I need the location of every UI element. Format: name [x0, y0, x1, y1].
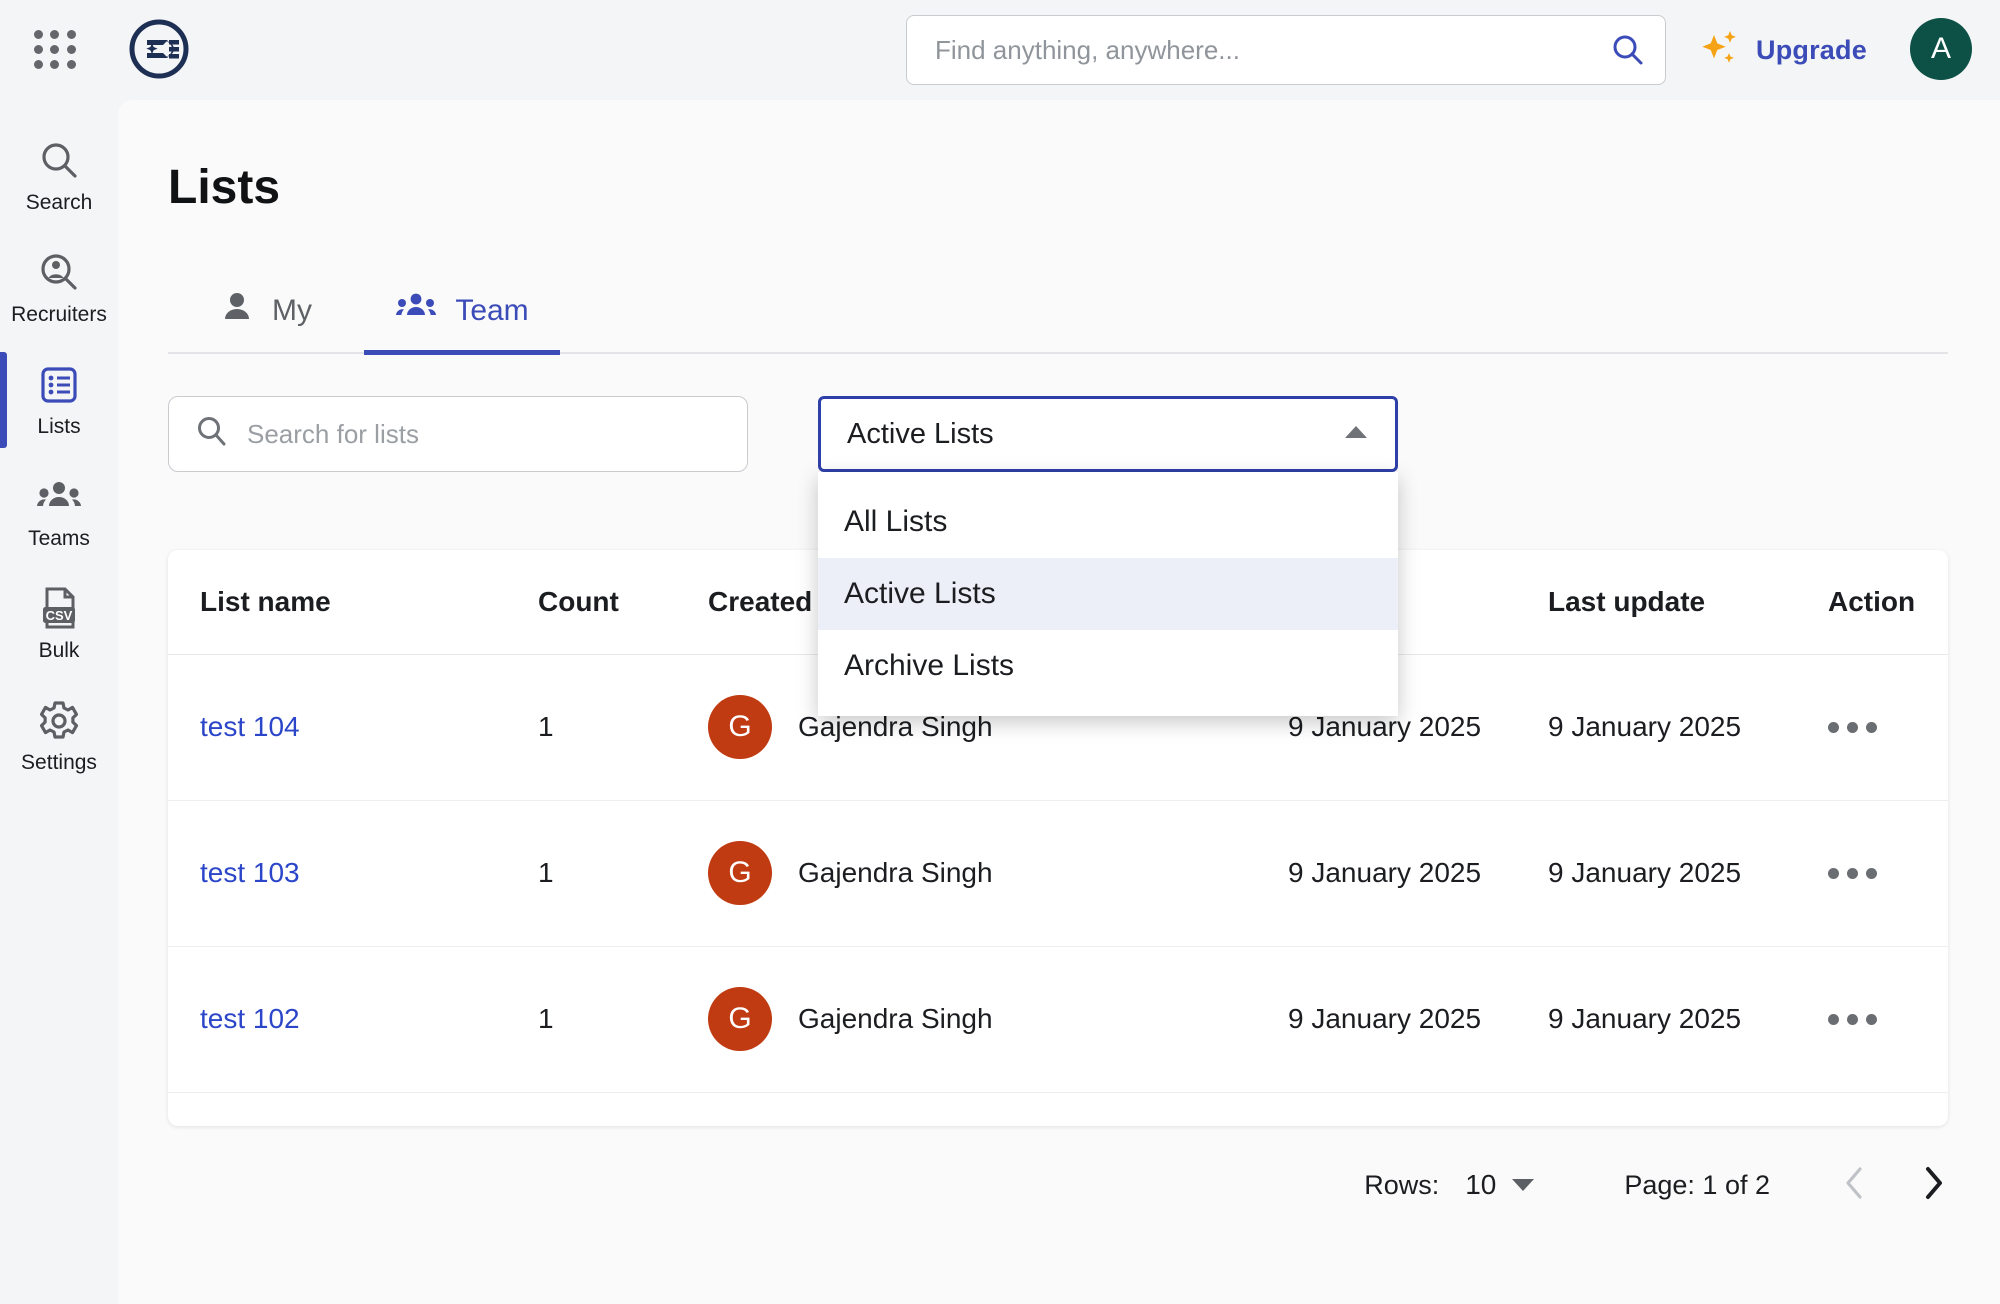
sidebar-item-label: Recruiters: [11, 303, 107, 327]
cell-last-update: 9 January 2025: [1548, 1092, 1828, 1126]
created-by-name: Gajendra Singh: [798, 1003, 993, 1035]
table-row: test 102 1 G Gajendra Singh 9 January 20…: [168, 946, 1948, 1092]
column-header-last-update: Last update: [1548, 550, 1828, 654]
global-search-bar[interactable]: [906, 15, 1666, 85]
apps-grid-icon[interactable]: [34, 30, 78, 70]
sidebar: Search Recruiters Lists: [0, 100, 118, 1304]
tab-bar: My Team: [168, 270, 1948, 354]
list-name-link[interactable]: test 102: [200, 1003, 300, 1034]
dropdown-option-archive-lists[interactable]: Archive Lists: [818, 630, 1398, 702]
chevron-right-icon[interactable]: [1918, 1162, 1948, 1209]
list-icon: [37, 361, 81, 407]
search-icon: [37, 137, 81, 183]
cell-created-date: 9 January 2025: [1288, 946, 1548, 1092]
page-title: Lists: [168, 160, 280, 215]
dropdown-option-label: Active Lists: [844, 577, 996, 611]
more-horizontal-icon[interactable]: [1828, 868, 1948, 879]
main-content: Lists My Team: [118, 100, 2000, 1304]
table-row: test 101 1 G Gajendra Singh 9 January 20…: [168, 1092, 1948, 1126]
top-bar: Upgrade A: [0, 0, 2000, 100]
group-icon: [395, 290, 437, 332]
list-search-input[interactable]: [247, 419, 727, 450]
cell-count: 1: [538, 1092, 708, 1126]
cell-count: 1: [538, 654, 708, 800]
svg-text:CSV: CSV: [46, 608, 73, 623]
person-icon: [220, 290, 254, 332]
list-filter-select-trigger[interactable]: Active Lists: [818, 396, 1398, 472]
avatar: G: [708, 695, 772, 759]
list-filter-dropdown-menu: All Lists Active Lists Archive Lists: [818, 472, 1398, 716]
dropdown-option-label: All Lists: [844, 505, 947, 539]
filter-row: Active Lists All Lists Active Lists Arch…: [168, 396, 1948, 476]
brand-logo-icon[interactable]: [128, 18, 190, 80]
sidebar-item-teams[interactable]: Teams: [0, 456, 118, 568]
pagination: Rows: 10 Page: 1 of 2: [168, 1140, 1948, 1230]
cell-created-by: G Gajendra Singh: [708, 841, 1288, 905]
cell-created-by: G Gajendra Singh: [708, 987, 1288, 1051]
upgrade-button[interactable]: Upgrade: [1700, 22, 1867, 78]
cell-last-update: 9 January 2025: [1548, 654, 1828, 800]
avatar: G: [708, 987, 772, 1051]
list-name-link[interactable]: test 104: [200, 711, 300, 742]
dropdown-option-label: Archive Lists: [844, 649, 1014, 683]
sidebar-item-settings[interactable]: Settings: [0, 680, 118, 792]
csv-file-icon: CSV: [37, 585, 81, 631]
sidebar-item-label: Lists: [37, 415, 80, 439]
search-icon[interactable]: [1607, 29, 1649, 71]
dropdown-option-active-lists[interactable]: Active Lists: [818, 558, 1398, 630]
chevron-left-icon[interactable]: [1840, 1162, 1870, 1209]
cell-last-update: 9 January 2025: [1548, 946, 1828, 1092]
column-header-action: Action: [1828, 550, 1948, 654]
list-search-bar[interactable]: [168, 396, 748, 472]
page-indicator: Page: 1 of 2: [1624, 1170, 1770, 1201]
column-header-list-name: List name: [168, 550, 538, 654]
table-row: test 103 1 G Gajendra Singh 9 January 20…: [168, 800, 1948, 946]
sidebar-item-bulk[interactable]: CSV Bulk: [0, 568, 118, 680]
sidebar-item-recruiters[interactable]: Recruiters: [0, 232, 118, 344]
tab-team[interactable]: Team: [364, 269, 560, 353]
sidebar-item-label: Teams: [28, 527, 90, 551]
tab-my[interactable]: My: [168, 269, 364, 353]
sidebar-item-label: Settings: [21, 751, 97, 775]
tab-label: My: [272, 294, 312, 328]
cell-last-update: 9 January 2025: [1548, 800, 1828, 946]
sparkle-icon: [1700, 27, 1742, 74]
rows-label: Rows:: [1364, 1170, 1439, 1201]
more-horizontal-icon[interactable]: [1828, 722, 1948, 733]
chevron-down-icon: [1512, 1179, 1534, 1191]
avatar[interactable]: A: [1910, 18, 1972, 80]
list-name-link[interactable]: test 103: [200, 857, 300, 888]
gear-icon: [37, 697, 81, 743]
avatar: G: [708, 841, 772, 905]
column-header-count: Count: [538, 550, 708, 654]
rows-per-page-value: 10: [1465, 1169, 1496, 1201]
recruiter-icon: [37, 249, 81, 295]
teams-icon: [35, 473, 83, 519]
sidebar-item-search[interactable]: Search: [0, 120, 118, 232]
chevron-up-icon[interactable]: [1343, 423, 1369, 446]
list-filter-select: Active Lists All Lists Active Lists Arch…: [818, 396, 1398, 716]
cell-count: 1: [538, 946, 708, 1092]
cell-created-date: 9 January 2025: [1288, 800, 1548, 946]
cell-created-date: 9 January 2025: [1288, 1092, 1548, 1126]
sidebar-item-label: Bulk: [39, 639, 80, 663]
created-by-name: Gajendra Singh: [798, 857, 993, 889]
dropdown-option-all-lists[interactable]: All Lists: [818, 486, 1398, 558]
upgrade-label: Upgrade: [1756, 35, 1867, 66]
rows-per-page-select[interactable]: 10: [1465, 1169, 1534, 1201]
cell-count: 1: [538, 800, 708, 946]
more-horizontal-icon[interactable]: [1828, 1014, 1948, 1025]
tab-label: Team: [455, 294, 528, 328]
list-filter-selected-value: Active Lists: [847, 418, 994, 451]
global-search-input[interactable]: [935, 35, 1607, 66]
search-icon: [195, 415, 229, 454]
sidebar-item-label: Search: [26, 191, 93, 215]
sidebar-item-lists[interactable]: Lists: [0, 344, 118, 456]
